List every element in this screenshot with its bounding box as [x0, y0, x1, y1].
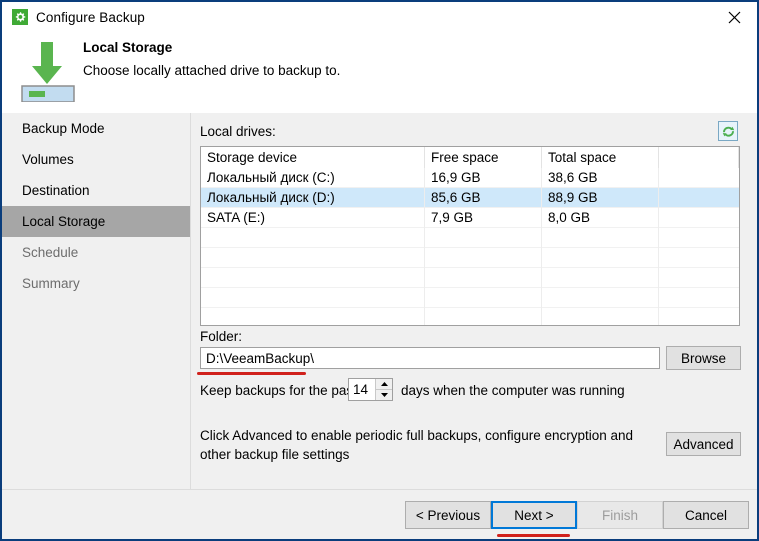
wizard-steps-sidebar: Backup Mode Volumes Destination Local St…: [2, 113, 190, 489]
keep-days-stepper[interactable]: 14: [348, 378, 393, 401]
window-title: Configure Backup: [36, 9, 145, 25]
keep-backups-suffix: days when the computer was running: [401, 383, 625, 398]
local-drives-table[interactable]: Storage device Free space Total space Ло…: [200, 146, 740, 326]
table-row-empty: [201, 227, 739, 248]
cell-free-space: 16,9 GB: [425, 167, 542, 188]
refresh-icon[interactable]: [718, 121, 738, 141]
sidebar-item-backup-mode[interactable]: Backup Mode: [2, 113, 190, 144]
advanced-description: Click Advanced to enable periodic full b…: [200, 428, 634, 462]
table-row-empty: [201, 287, 739, 308]
next-button[interactable]: Next >: [491, 501, 577, 529]
cell-total-space: 38,6 GB: [542, 167, 659, 188]
sidebar-item-label: Local Storage: [22, 214, 106, 229]
folder-input[interactable]: [200, 347, 660, 369]
local-storage-drive-icon: [16, 36, 78, 103]
keep-backups-label: Keep backups for the past:: [200, 383, 361, 398]
sidebar-item-label: Destination: [22, 183, 90, 198]
table-header-row: Storage device Free space Total space: [201, 147, 739, 168]
table-row[interactable]: Локальный диск (C:) 16,9 GB 38,6 GB: [201, 167, 739, 188]
stepper-down-icon[interactable]: [376, 390, 392, 400]
sidebar-item-label: Backup Mode: [22, 121, 105, 136]
advanced-button[interactable]: Advanced: [666, 432, 741, 456]
stepper-buttons: [375, 379, 392, 400]
cell-device: SATA (E:): [201, 207, 425, 228]
folder-annotation-underline: [197, 372, 306, 375]
gear-icon: [12, 9, 28, 25]
column-header-free-space[interactable]: Free space: [425, 147, 542, 168]
cancel-button[interactable]: Cancel: [663, 501, 749, 529]
table-row-empty: [201, 267, 739, 288]
browse-button[interactable]: Browse: [666, 346, 741, 370]
sidebar-item-label: Schedule: [22, 245, 79, 260]
finish-button: Finish: [577, 501, 663, 529]
sidebar-item-volumes[interactable]: Volumes: [2, 144, 190, 175]
next-annotation-underline: [497, 534, 570, 537]
close-icon[interactable]: [711, 2, 757, 32]
title-bar: Configure Backup: [2, 2, 757, 32]
sidebar-item-destination[interactable]: Destination: [2, 175, 190, 206]
cell-free-space: 7,9 GB: [425, 207, 542, 228]
column-header-blank[interactable]: [659, 147, 739, 168]
table-row[interactable]: Локальный диск (D:) 85,6 GB 88,9 GB: [201, 187, 739, 208]
sidebar-item-label: Summary: [22, 276, 80, 291]
cell-extra: [659, 208, 739, 228]
folder-label: Folder:: [200, 329, 243, 344]
cell-extra: [659, 188, 739, 208]
cell-device: Локальный диск (C:): [201, 167, 425, 188]
stepper-up-icon[interactable]: [376, 379, 392, 390]
page-title: Local Storage: [83, 40, 173, 55]
sidebar-item-schedule[interactable]: Schedule: [2, 237, 190, 268]
table-row[interactable]: SATA (E:) 7,9 GB 8,0 GB: [201, 207, 739, 228]
cell-total-space: 88,9 GB: [542, 187, 659, 208]
page-subtitle: Choose locally attached drive to backup …: [83, 63, 341, 78]
keep-days-value[interactable]: 14: [349, 379, 375, 400]
local-storage-panel: Local drives: Storage device Free space …: [191, 113, 757, 489]
dialog-footer: < Previous Next > Finish Cancel: [2, 490, 757, 539]
dialog-header: Local Storage Choose locally attached dr…: [2, 32, 757, 113]
local-drives-label: Local drives:: [200, 124, 276, 139]
column-header-total-space[interactable]: Total space: [542, 147, 659, 168]
table-row-empty: [201, 307, 739, 325]
column-header-storage-device[interactable]: Storage device: [201, 147, 425, 168]
previous-button[interactable]: < Previous: [405, 501, 491, 529]
cell-device: Локальный диск (D:): [201, 187, 425, 208]
table-row-empty: [201, 247, 739, 268]
cell-extra: [659, 168, 739, 188]
dialog-body: Backup Mode Volumes Destination Local St…: [2, 113, 757, 539]
sidebar-item-label: Volumes: [22, 152, 74, 167]
cell-free-space: 85,6 GB: [425, 187, 542, 208]
sidebar-item-local-storage[interactable]: Local Storage: [2, 206, 190, 237]
cell-total-space: 8,0 GB: [542, 207, 659, 228]
sidebar-item-summary[interactable]: Summary: [2, 268, 190, 299]
configure-backup-dialog: Configure Backup Local Storage Choose lo…: [0, 0, 759, 541]
